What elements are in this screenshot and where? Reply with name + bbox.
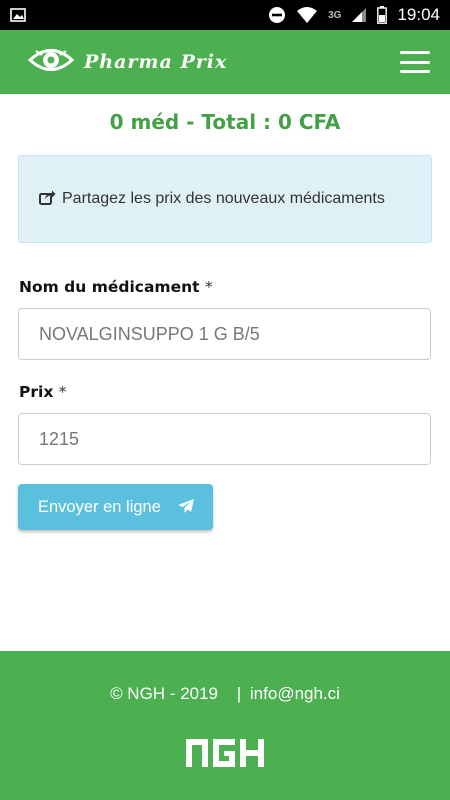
- hamburger-menu-icon[interactable]: [400, 51, 430, 73]
- wifi-icon: [296, 6, 318, 24]
- medication-name-label: Nom du médicament *: [19, 278, 213, 296]
- status-left: [10, 8, 26, 22]
- 3g-icon: 3G: [328, 10, 341, 21]
- send-online-button[interactable]: Envoyer en ligne: [18, 484, 213, 530]
- brand[interactable]: Pharma Prix: [27, 43, 228, 81]
- paper-plane-icon: [177, 498, 195, 517]
- eye-logo-icon: [27, 43, 75, 81]
- price-input[interactable]: [18, 413, 431, 465]
- info-text: Partagez les prix des nouveaux médicamen…: [62, 190, 385, 207]
- battery-icon: [377, 6, 388, 24]
- footer-separator: |: [236, 684, 242, 703]
- cart-summary: 0 méd - Total : 0 CFA: [109, 110, 341, 134]
- status-time: 19:04: [397, 5, 440, 24]
- app-header: Pharma Prix: [0, 30, 450, 94]
- send-online-label: Envoyer en ligne: [38, 497, 161, 516]
- required-marker: *: [58, 383, 67, 401]
- ngh-logo: [186, 737, 264, 773]
- network-label: 3G: [328, 9, 342, 21]
- do-not-disturb-icon: [268, 6, 286, 24]
- price-label-text: Prix: [19, 383, 54, 401]
- status-right: 3G 19:04: [268, 5, 440, 25]
- required-marker: *: [204, 278, 213, 296]
- footer: © NGH - 2019 | info@ngh.ci: [0, 651, 450, 800]
- medication-name-label-text: Nom du médicament: [19, 278, 200, 296]
- footer-email-link[interactable]: info@ngh.ci: [250, 684, 340, 703]
- copyright-text: © NGH - 2019: [110, 684, 219, 703]
- brand-name: Pharma Prix: [84, 51, 228, 73]
- medication-name-input[interactable]: [18, 308, 431, 360]
- signal-icon: [351, 7, 367, 23]
- status-bar: 3G 19:04: [0, 0, 450, 30]
- price-label: Prix *: [19, 383, 66, 401]
- info-alert: Partagez les prix des nouveaux médicamen…: [18, 155, 432, 243]
- image-icon: [10, 8, 26, 22]
- share-icon: [39, 190, 56, 209]
- footer-line: © NGH - 2019 | info@ngh.ci: [0, 684, 450, 704]
